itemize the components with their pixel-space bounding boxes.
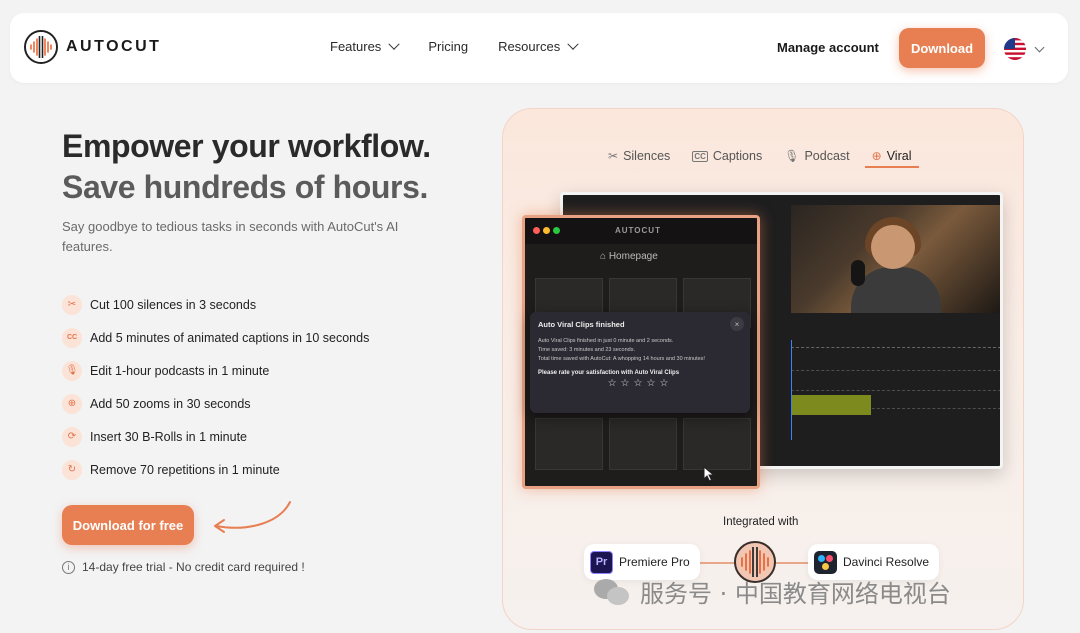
tab-viral[interactable]: ⊕ Viral [872, 146, 912, 166]
track-line [791, 370, 1000, 371]
dialog-line: Auto Viral Clips finished in just 0 minu… [538, 338, 674, 344]
connector-line [775, 562, 811, 564]
language-chevron-down-icon[interactable] [1034, 42, 1045, 53]
watermark: 服务号 · 中国教育网络电视台 [594, 574, 951, 609]
repeat-icon: ↻ [62, 459, 82, 480]
tab-captions[interactable]: CC Captions [692, 146, 762, 166]
audio-clip [791, 395, 871, 415]
viral-clips-finished-dialog: Auto Viral Clips finished Auto Viral Cli… [530, 312, 750, 413]
menu-pricing[interactable]: Pricing [428, 39, 468, 54]
scissors-icon: ✂ [62, 294, 82, 315]
menu-features[interactable]: Features [330, 38, 400, 54]
feature-text: Edit 1-hour podcasts in 1 minute [90, 363, 270, 378]
cursor-icon [703, 466, 715, 482]
chevron-down-icon [567, 38, 579, 50]
top-navbar: AUTOCUT Features Pricing Resources Manag… [10, 13, 1068, 83]
timeline [791, 340, 1000, 440]
broll-icon: ⟳ [62, 426, 82, 447]
menu-pricing-label: Pricing [428, 39, 469, 54]
video-preview [791, 205, 1000, 313]
davinci-resolve-label: Davinci Resolve [843, 555, 930, 569]
captions-icon: CC [62, 327, 82, 348]
connector-line [700, 562, 736, 564]
main-menu: Features Pricing Resources [330, 38, 607, 54]
tab-label: Captions [712, 149, 763, 163]
zoom-icon: ⊕ [62, 393, 82, 414]
feature-item: ✂ Cut 100 silences in 3 seconds [62, 288, 369, 321]
star-rating[interactable]: ☆☆☆☆☆ [538, 378, 742, 389]
feature-text: Cut 100 silences in 3 seconds [90, 297, 257, 312]
hero-title: Empower your workflow. Save hundreds of … [62, 126, 431, 208]
plugin-homepage-label: Homepage [608, 251, 658, 262]
dialog-title: Auto Viral Clips finished [538, 320, 625, 329]
tab-podcast[interactable]: 🎙 Podcast [784, 146, 849, 166]
feature-item: ⊕ Add 50 zooms in 30 seconds [62, 387, 369, 420]
track-line [791, 390, 1000, 391]
demo-tabs: ✂ Silences CC Captions 🎙 Podcast ⊕ Viral [608, 146, 933, 166]
manage-account-link[interactable]: Manage account [777, 40, 879, 55]
autocut-logo-icon [24, 30, 58, 64]
download-button[interactable]: Download [899, 28, 985, 68]
captions-icon: CC [692, 150, 708, 162]
tab-silences[interactable]: ✂ Silences [608, 146, 670, 166]
info-icon: i [62, 560, 75, 574]
feature-item: ↻ Remove 70 repetitions in 1 minute [62, 453, 369, 486]
trial-note: i 14-day free trial - No credit card req… [62, 560, 305, 574]
feature-item: ⟳ Insert 30 B-Rolls in 1 minute [62, 420, 369, 453]
hero-subtitle: Say goodbye to tedious tasks in seconds … [62, 219, 399, 254]
hero-title-line2: Save hundreds of hours. [62, 169, 428, 205]
menu-features-label: Features [330, 39, 382, 54]
close-icon[interactable]: × [730, 317, 744, 331]
dialog-line: Total time saved with AutoCut: A whoppin… [538, 356, 705, 362]
tab-label: Podcast [804, 149, 850, 163]
tab-label: Viral [886, 149, 912, 163]
premiere-pro-icon: Pr [590, 550, 613, 574]
grid-card [683, 418, 751, 470]
window-controls [533, 227, 563, 234]
feature-text: Add 5 minutes of animated captions in 10… [90, 330, 370, 345]
plugin-logo: AUTOCUT [615, 226, 661, 235]
feature-text: Add 50 zooms in 30 seconds [90, 396, 251, 411]
singer-face [871, 225, 915, 269]
trial-text: 14-day free trial - No credit card requi… [82, 560, 305, 574]
watermark-text: 服务号 · 中国教育网络电视台 [640, 580, 951, 608]
premiere-pro-label: Premiere Pro [619, 555, 690, 569]
feature-text: Remove 70 repetitions in 1 minute [90, 462, 280, 477]
download-for-free-button[interactable]: Download for free [62, 505, 194, 545]
active-tab-indicator [865, 166, 919, 168]
grid-card [609, 418, 677, 470]
hero-title-line1: Empower your workflow. [62, 128, 431, 164]
autocut-logo[interactable]: AUTOCUT [24, 30, 161, 64]
microphone-shape [851, 260, 865, 286]
feature-item: CC Add 5 minutes of animated captions in… [62, 321, 369, 354]
minimize-dot [543, 227, 550, 234]
grid-card [535, 418, 603, 470]
integrated-with-label: Integrated with [723, 516, 799, 528]
dialog-rate-text: Please rate your satisfaction with Auto … [538, 370, 680, 376]
chevron-down-icon [388, 38, 400, 50]
logo-text: AUTOCUT [66, 38, 162, 55]
feature-list: ✂ Cut 100 silences in 3 seconds CC Add 5… [62, 288, 369, 486]
us-flag-icon[interactable] [1004, 38, 1026, 60]
wechat-icon [594, 577, 630, 607]
maximize-dot [553, 227, 560, 234]
tab-label: Silences [623, 149, 671, 163]
microphone-icon: 🎙 [784, 149, 800, 163]
plugin-titlebar: AUTOCUT [525, 218, 757, 244]
playhead [791, 340, 792, 440]
scissors-icon: ✂ [608, 149, 619, 163]
menu-resources[interactable]: Resources [498, 38, 579, 54]
dialog-line: Time saved: 3 minutes and 23 seconds. [538, 347, 636, 353]
plugin-homepage: ⌂ Homepage [600, 251, 658, 262]
timeline-ruler [791, 342, 1000, 348]
microphone-icon: 🎙 [62, 360, 82, 381]
feature-item: 🎙 Edit 1-hour podcasts in 1 minute [62, 354, 369, 387]
feature-text: Insert 30 B-Rolls in 1 minute [90, 429, 248, 444]
menu-resources-label: Resources [498, 39, 561, 54]
curved-arrow-icon [214, 501, 291, 533]
zoom-icon: ⊕ [871, 149, 882, 163]
close-dot [533, 227, 540, 234]
davinci-resolve-icon [814, 550, 837, 574]
